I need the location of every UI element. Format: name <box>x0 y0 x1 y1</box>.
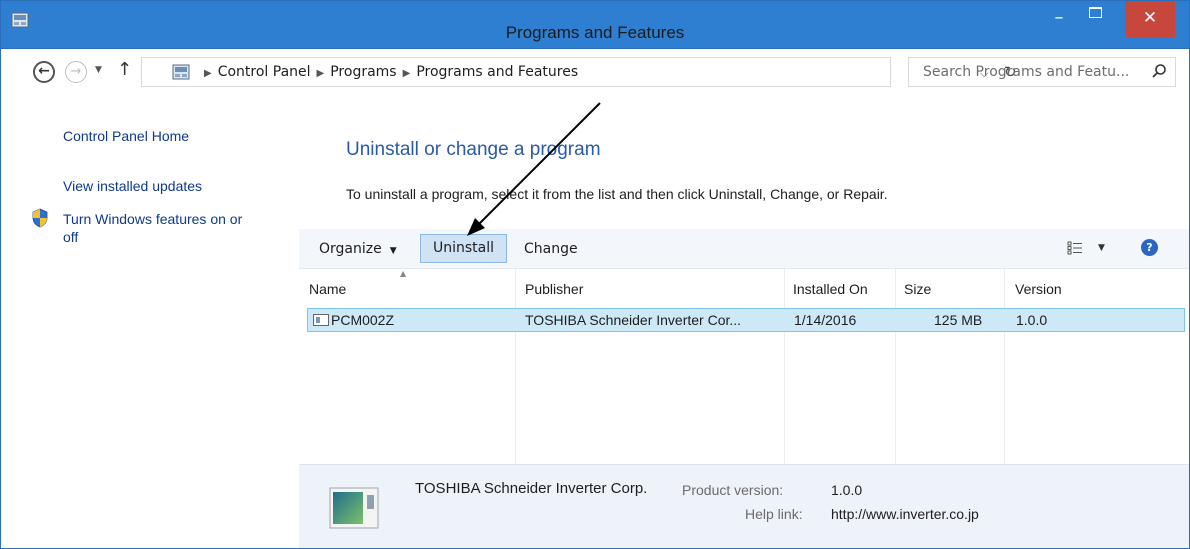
forward-arrow-icon: → <box>70 64 82 79</box>
product-version-label: Product version: <box>682 482 784 498</box>
table-row[interactable]: PCM002Z TOSHIBA Schneider Inverter Cor..… <box>307 308 1185 332</box>
turn-windows-features-link[interactable]: Turn Windows features on or <box>63 211 242 227</box>
breadcrumb-separator-icon[interactable]: ▶ <box>204 68 212 79</box>
program-list[interactable]: ▲ Name Publisher Installed On Size Versi… <box>299 269 1189 464</box>
program-icon <box>313 314 329 326</box>
breadcrumb-programs-and-features[interactable]: Programs and Features <box>416 64 578 80</box>
close-icon: ✕ <box>1142 8 1158 28</box>
column-header-version[interactable]: Version <box>1015 281 1062 297</box>
search-icon[interactable] <box>1151 63 1167 79</box>
minimize-icon: – <box>1054 7 1064 28</box>
chevron-down-icon: ▼ <box>389 246 397 256</box>
maximize-icon <box>1089 7 1102 18</box>
breadcrumb: ▶ Control Panel ▶ Programs ▶ Programs and Fea… <box>198 64 578 80</box>
window-title: Programs and Features <box>505 23 685 42</box>
program-large-icon <box>329 487 379 529</box>
task-pane: Control Panel Home View installed update… <box>1 107 299 547</box>
address-bar[interactable]: ▶ Control Panel ▶ Programs ▶ Programs and Fea… <box>141 57 1017 87</box>
product-version-value: 1.0.0 <box>831 482 863 498</box>
view-options-dropdown[interactable]: ▼ <box>1098 243 1105 253</box>
back-button[interactable]: ← <box>33 61 55 83</box>
breadcrumb-separator-icon[interactable]: ▶ <box>317 68 325 79</box>
column-divider <box>895 269 896 464</box>
turn-windows-features-link-continued[interactable]: off <box>63 229 78 245</box>
maximize-button[interactable] <box>1077 1 1113 39</box>
up-button[interactable]: ↑ <box>117 59 132 80</box>
organize-label: Organize <box>319 241 382 257</box>
uac-shield-icon <box>32 208 48 228</box>
breadcrumb-control-panel[interactable]: Control Panel <box>218 64 311 80</box>
column-divider <box>515 269 516 464</box>
uninstall-button[interactable]: Uninstall <box>420 234 507 263</box>
minimize-button[interactable]: – <box>1041 1 1077 39</box>
column-divider <box>1004 269 1005 464</box>
command-bar: Organize ▼ Uninstall Change ▼ ? <box>299 229 1189 269</box>
control-panel-home-link[interactable]: Control Panel Home <box>63 128 189 144</box>
search-input[interactable]: Search Programs and Featu... <box>908 57 1176 87</box>
change-button[interactable]: Change <box>524 241 578 257</box>
help-icon: ? <box>1146 241 1153 254</box>
cell-size: 125 MB <box>934 312 983 328</box>
help-button[interactable]: ? <box>1141 239 1158 256</box>
page-title: Uninstall or change a program <box>346 139 601 160</box>
search-placeholder: Search Programs and Featu... <box>923 64 1130 80</box>
back-arrow-icon: ← <box>38 63 50 79</box>
organize-menu-button[interactable]: Organize ▼ <box>319 241 397 257</box>
help-link-value[interactable]: http://www.inverter.co.jp <box>831 506 979 522</box>
cell-name: PCM002Z <box>331 312 395 328</box>
sort-ascending-icon: ▲ <box>400 269 407 278</box>
instructions-text: To uninstall a program, select it from t… <box>346 186 888 202</box>
close-button[interactable]: ✕ <box>1125 1 1175 37</box>
details-publisher: TOSHIBA Schneider Inverter Corp. <box>415 480 648 497</box>
cell-version: 1.0.0 <box>1016 312 1048 328</box>
navigation-bar: ← → ▼ ↑ ▶ Control Panel ▶ Programs ▶ Programs… <box>1 49 1189 107</box>
forward-button[interactable]: → <box>65 61 87 83</box>
view-options-icon[interactable] <box>1067 241 1083 255</box>
breadcrumb-programs[interactable]: Programs <box>330 64 396 80</box>
column-header-size[interactable]: Size <box>904 281 931 297</box>
view-installed-updates-link[interactable]: View installed updates <box>63 178 202 194</box>
chevron-down-icon: ▼ <box>1098 243 1105 253</box>
breadcrumb-separator-icon[interactable]: ▶ <box>403 68 411 79</box>
up-arrow-icon: ↑ <box>117 59 133 80</box>
cell-publisher: TOSHIBA Schneider Inverter Cor... <box>525 312 742 328</box>
cell-installed-on: 1/14/2016 <box>794 312 857 328</box>
column-header-installed-on[interactable]: Installed On <box>793 281 868 297</box>
recent-locations-dropdown[interactable]: ▼ <box>95 65 102 75</box>
help-link-label: Help link: <box>745 506 803 522</box>
column-header-name[interactable]: Name <box>309 281 346 297</box>
programs-and-features-window: Programs and Features – ✕ ← → ▼ ↑ ▶ Contr… <box>0 0 1190 549</box>
column-divider <box>784 269 785 464</box>
title-bar[interactable]: Programs and Features – ✕ <box>1 1 1189 49</box>
details-pane: TOSHIBA Schneider Inverter Corp. Product… <box>299 464 1189 548</box>
control-panel-icon <box>172 64 190 80</box>
chevron-down-icon: ▼ <box>95 65 102 75</box>
column-header-publisher[interactable]: Publisher <box>525 281 583 297</box>
